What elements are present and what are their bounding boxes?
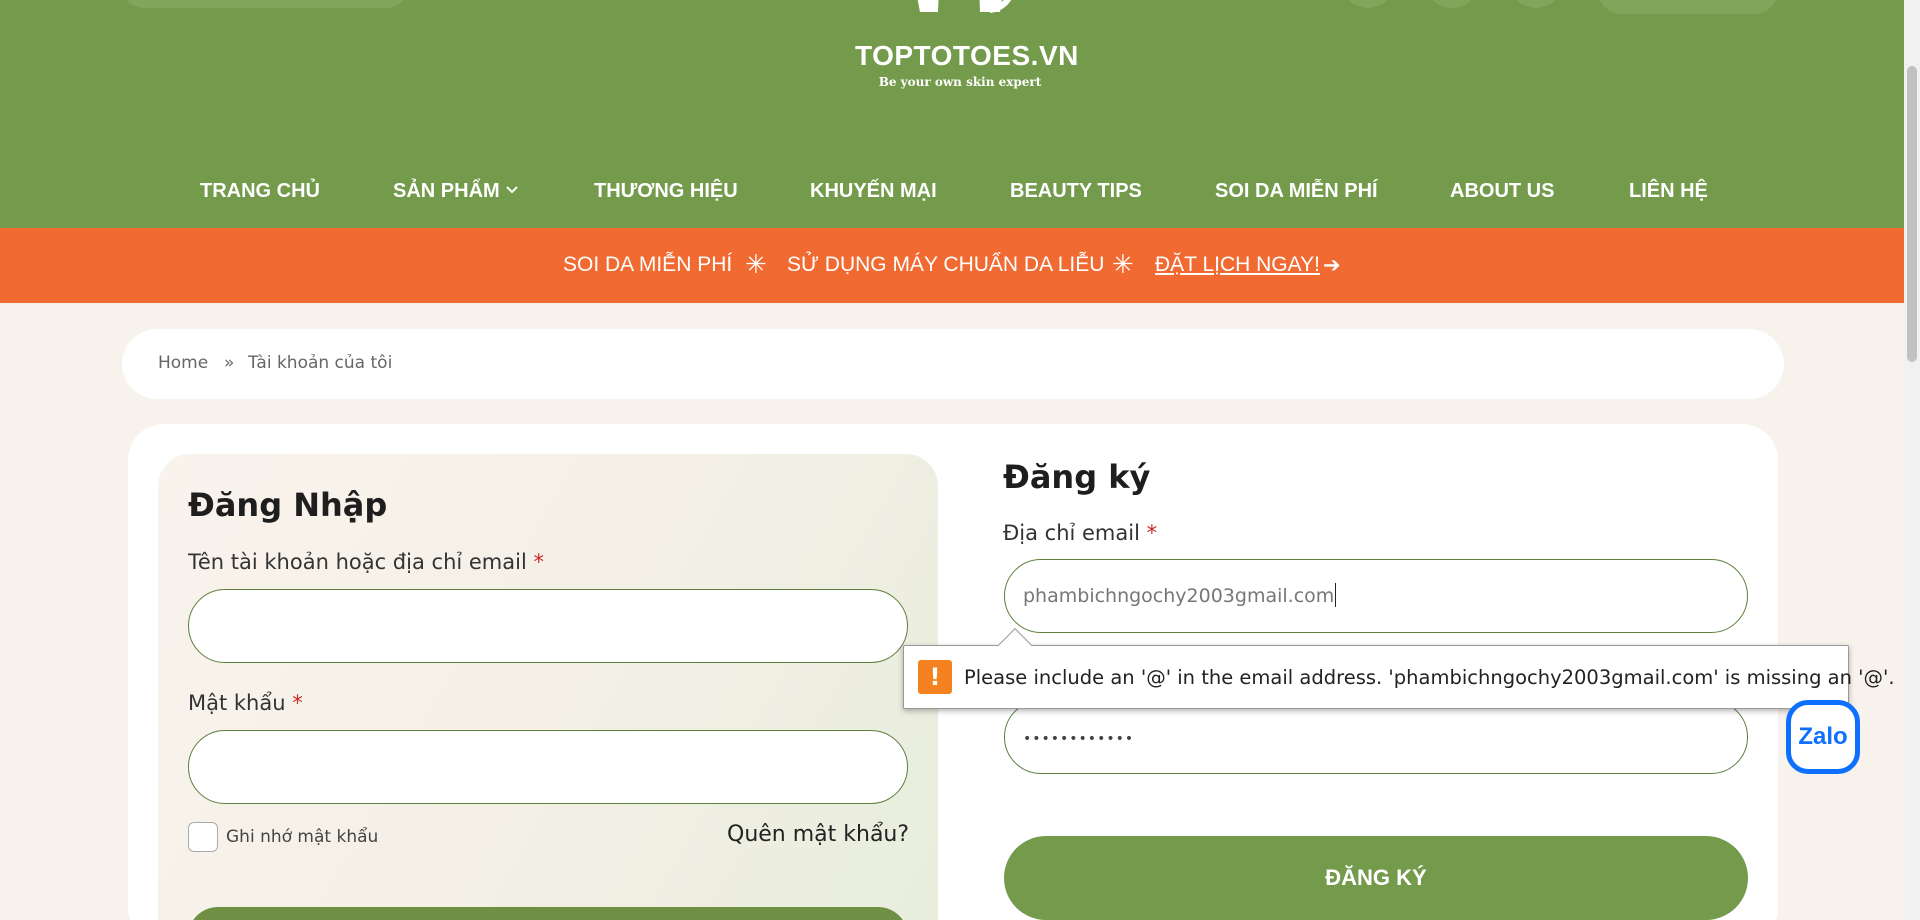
validation-message: Please include an '@' in the email addre…	[964, 666, 1895, 689]
nav-item-promotions[interactable]: KHUYẾN MẠI	[810, 180, 937, 203]
scrollbar-thumb[interactable]	[1907, 66, 1917, 362]
cart-icon[interactable]	[1510, 0, 1562, 8]
breadcrumb-separator: »	[224, 353, 235, 373]
password-input[interactable]	[188, 730, 908, 804]
username-input[interactable]	[188, 589, 908, 663]
logo-mascot-icon	[917, 0, 1012, 13]
email-label: Địa chỉ email *	[1003, 521, 1158, 545]
nav-item-about-us[interactable]: ABOUT US	[1450, 180, 1554, 203]
nav-item-contact[interactable]: LIÊN HỆ	[1629, 180, 1708, 203]
nav-item-brands[interactable]: THƯƠNG HIỆU	[594, 180, 738, 203]
site-header: TOPTOTOES.VN Be your own skin expert TRA…	[0, 0, 1904, 228]
password-label: Mật khẩu *	[188, 691, 303, 715]
breadcrumb: Home » Tài khoản của tôi	[122, 329, 1784, 399]
nav-item-home[interactable]: TRANG CHỦ	[200, 180, 320, 203]
account-icon[interactable]	[1342, 0, 1394, 8]
remember-label: Ghi nhớ mật khẩu	[226, 827, 379, 847]
chevron-down-icon	[505, 186, 518, 194]
header-search-pill[interactable]	[120, 0, 410, 8]
arrow-right-icon[interactable]: ➔	[1323, 253, 1341, 278]
header-action-pill[interactable]	[1596, 0, 1780, 14]
remember-checkbox[interactable]	[188, 822, 218, 852]
nav-item-products[interactable]: SẢN PHẨM	[393, 180, 518, 203]
breadcrumb-current: Tài khoản của tôi	[248, 353, 393, 373]
promo-text-free-scan: SOI DA MIỄN PHÍ	[563, 253, 733, 276]
validation-tooltip: ! Please include an '@' in the email add…	[903, 645, 1895, 709]
register-password-input[interactable]: ••••••••••••	[1004, 700, 1748, 774]
site-tagline: Be your own skin expert	[878, 75, 1042, 89]
forgot-password-link[interactable]: Quên mật khẩu?	[727, 822, 909, 847]
username-label: Tên tài khoản hoặc địa chỉ email *	[188, 550, 544, 574]
main-nav: TRANG CHỦ SẢN PHẨM THƯƠNG HIỆU KHUYẾN MẠ…	[0, 180, 1904, 204]
register-button[interactable]: ĐĂNG KÝ	[1004, 836, 1748, 920]
breadcrumb-home[interactable]: Home	[158, 353, 208, 373]
asterisk-icon: ✳	[745, 249, 767, 279]
asterisk-icon: ✳	[1112, 249, 1134, 279]
page-scrollbar[interactable]	[1904, 0, 1920, 920]
zalo-chat-button[interactable]: Zalo	[1786, 700, 1860, 774]
wishlist-icon[interactable]	[1426, 0, 1478, 8]
register-email-input[interactable]: phambichngochy2003gmail.com	[1004, 559, 1748, 633]
register-title: Đăng ký	[1003, 458, 1151, 496]
promo-text-machine: SỬ DỤNG MÁY CHUẨN DA LIỄU	[787, 253, 1105, 276]
site-logo[interactable]: TOPTOTOES.VN	[855, 40, 1078, 72]
promo-book-link[interactable]: ĐẶT LỊCH NGAY!	[1155, 253, 1320, 277]
warning-icon: !	[918, 660, 952, 694]
nav-item-skin-scan[interactable]: SOI DA MIỄN PHÍ	[1215, 180, 1378, 203]
login-title: Đăng Nhập	[188, 486, 388, 524]
nav-item-beauty-tips[interactable]: BEAUTY TIPS	[1010, 180, 1142, 203]
promo-bar: SOI DA MIỄN PHÍ ✳ SỬ DỤNG MÁY CHUẨN DA L…	[0, 228, 1904, 303]
login-button[interactable]	[188, 907, 908, 920]
